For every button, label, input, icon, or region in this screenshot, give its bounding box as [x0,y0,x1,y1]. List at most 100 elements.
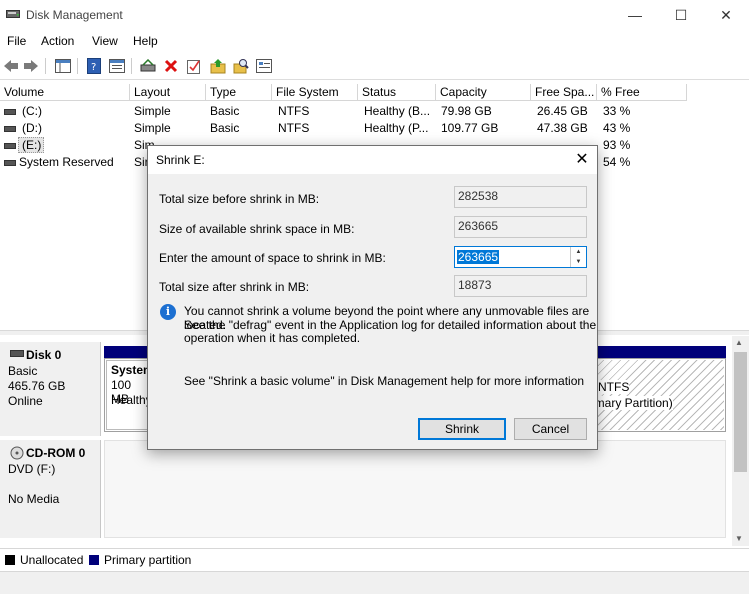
cdrom-state: No Media [8,492,60,506]
close-button[interactable]: ✕ [703,0,749,30]
drive-icon [4,143,16,149]
properties-icon[interactable] [108,57,126,75]
help-icon[interactable]: ? [85,57,103,75]
maximize-button[interactable]: ☐ [658,0,704,30]
title-bar: Disk Management — ☐ ✕ [0,0,749,30]
cell-layout: Simple [134,104,171,118]
cell-percent-free: 43 % [603,121,631,135]
cell-volume: (C:) [22,104,42,118]
menu-file[interactable]: File [7,34,26,48]
total-before-label: Total size before shrink in MB: [159,192,320,206]
cdrom-icon [10,446,24,460]
drive-icon [4,109,16,115]
dialog-close-icon[interactable]: ✕ [568,148,596,172]
info-text-line-3: operation when it has completed. [184,331,361,345]
scroll-up-icon[interactable]: ▲ [735,338,743,347]
check-icon[interactable] [185,57,203,75]
cell-status: Healthy (B... [364,104,431,118]
shrink-button[interactable]: Shrink [418,418,506,440]
menu-action[interactable]: Action [41,34,74,48]
window-title: Disk Management [26,8,123,22]
disk-0-name: Disk 0 [26,348,62,362]
column-header-file-system[interactable]: File System [272,84,358,101]
table-row[interactable]: (C:) Simple Basic NTFS Healthy (B... 79.… [0,103,749,120]
shrink-dialog: Shrink E: ✕ Total size before shrink in … [147,145,598,450]
drive-icon [4,160,16,166]
cell-volume: System Reserved [19,155,114,169]
help-link-text: See "Shrink a basic volume" in Disk Mana… [184,374,585,388]
cell-capacity: 109.77 GB [441,121,499,135]
toolbar-separator [45,58,46,74]
cell-capacity: 79.98 GB [441,104,492,118]
dialog-title: Shrink E: [156,153,205,167]
settings-list-icon[interactable] [255,57,273,75]
info-text-line-2: See the "defrag" event in the Applicatio… [184,318,597,332]
column-header-capacity[interactable]: Capacity [436,84,531,101]
column-header-volume[interactable]: Volume [0,84,130,101]
cell-volume: (D:) [22,121,42,135]
cell-volume: (E:) [22,138,42,152]
total-after-field: 18873 [454,275,587,297]
search-icon[interactable] [232,57,250,75]
column-header-status[interactable]: Status [358,84,436,101]
menu-view[interactable]: View [92,34,118,48]
cdrom-area [104,440,726,538]
scroll-thumb[interactable] [734,352,747,472]
spin-up-icon[interactable]: ▲ [571,247,586,257]
toolbar-separator [131,58,132,74]
total-after-label: Total size after shrink in MB: [159,280,310,294]
cdrom-type: DVD (F:) [8,462,56,476]
menu-bar: File Action View Help [0,31,749,51]
shrink-amount-input[interactable]: 263665 [455,247,570,267]
toolbar-separator [77,58,78,74]
partition-fs: NTFS [598,380,630,394]
cell-file-system: NTFS [278,104,310,118]
cell-percent-free: 93 % [603,138,631,152]
folder-up-icon[interactable] [209,57,227,75]
disk-0-type: Basic [8,364,38,378]
back-icon[interactable] [2,57,20,75]
cell-free-space: 26.45 GB [537,104,588,118]
disk-icon [10,350,24,357]
status-bar [0,571,749,594]
forward-icon[interactable] [22,57,40,75]
partition-type: imary Partition) [592,396,673,410]
console-tree-icon[interactable] [54,57,72,75]
cell-percent-free: 33 % [603,104,631,118]
scroll-down-icon[interactable]: ▼ [735,534,743,543]
disk-management-icon [6,10,20,18]
column-header-layout[interactable]: Layout [130,84,206,101]
cdrom-0-label[interactable]: CD-ROM 0 DVD (F:) No Media [0,440,101,538]
legend-primary-partition: Primary partition [104,553,192,567]
vertical-scrollbar[interactable]: ▲ ▼ [732,336,749,546]
dialog-title-bar: Shrink E: ✕ [148,146,597,174]
disk-0-state: Online [8,394,43,408]
shrink-amount-label: Enter the amount of space to shrink in M… [159,251,386,265]
svg-text:?: ? [91,62,96,73]
cell-percent-free: 54 % [603,155,631,169]
menu-help[interactable]: Help [133,34,158,48]
cell-type: Basic [210,121,240,135]
spin-down-icon[interactable]: ▼ [571,257,586,267]
partition-system-reserved[interactable]: System 100 MB Healthy [106,360,154,430]
disk-0-size: 465.76 GB [8,379,66,393]
shrink-amount-spinbox[interactable]: 263665 ▲ ▼ [454,246,587,268]
cell-type: Basic [210,104,240,118]
cell-free-space: 47.38 GB [537,121,588,135]
column-header-type[interactable]: Type [206,84,272,101]
connect-disk-icon[interactable] [139,57,157,75]
unallocated-swatch [5,555,15,565]
delete-icon[interactable] [162,57,180,75]
cell-status: Healthy (P... [364,121,429,135]
partition-e-hatched[interactable] [596,360,724,430]
minimize-button[interactable]: — [612,0,658,30]
cdrom-name: CD-ROM 0 [26,446,86,460]
disk-0-label[interactable]: Disk 0 Basic 465.76 GB Online [0,342,101,436]
total-before-field: 282538 [454,186,587,208]
column-header-percent-free[interactable]: % Free [597,84,687,101]
table-row[interactable]: (D:) Simple Basic NTFS Healthy (P... 109… [0,120,749,137]
info-icon: i [160,304,176,320]
cancel-button[interactable]: Cancel [514,418,587,440]
column-header-free-space[interactable]: Free Spa... [531,84,597,101]
drive-icon [4,126,16,132]
